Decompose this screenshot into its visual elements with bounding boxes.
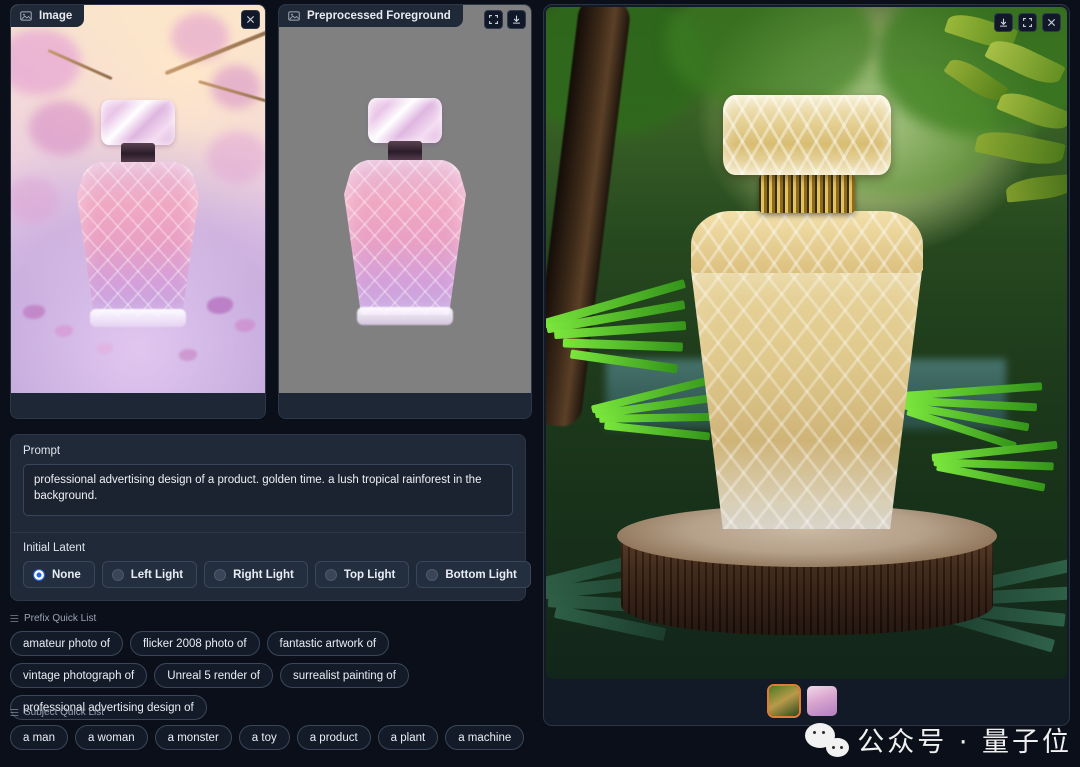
preprocessed-image-body <box>279 5 531 395</box>
result-bottle-body <box>690 269 923 529</box>
subject-chip[interactable]: a man <box>10 725 68 750</box>
preprocessed-bottle-body <box>344 160 466 315</box>
prefix-quick-list-label: Prefix Quick List <box>24 613 97 624</box>
subject-chip[interactable]: a plant <box>377 725 439 750</box>
preprocessed-image-header: Preprocessed Foreground <box>279 5 463 27</box>
prompt-card: Prompt Initial Latent None Left Light Ri… <box>10 434 531 601</box>
source-image-content <box>11 5 265 395</box>
preprocessed-bottle-base <box>357 307 453 325</box>
download-icon[interactable] <box>994 13 1013 32</box>
radio-label: None <box>52 568 81 581</box>
fullscreen-icon[interactable] <box>484 10 503 29</box>
image-panels: Image Preprocessed Foreground <box>10 4 532 419</box>
initial-latent-options: None Left Light Right Light Top Light Bo… <box>23 561 531 588</box>
radio-right-light[interactable]: Right Light <box>204 561 308 588</box>
thumb-image <box>769 686 799 716</box>
source-bottle-base <box>90 309 186 327</box>
image-icon <box>288 11 300 21</box>
source-image-title: Image <box>39 10 73 22</box>
preprocessed-image-footer <box>279 393 531 418</box>
prompt-divider <box>11 532 525 533</box>
preprocessed-image-content <box>279 5 531 395</box>
subject-chip[interactable]: a monster <box>154 725 232 750</box>
result-bottle-cap <box>722 95 891 175</box>
result-gallery <box>546 677 1067 723</box>
subject-quick-list-section: Subject Quick List a man a woman a monst… <box>10 707 530 750</box>
radio-dot-icon <box>111 568 124 581</box>
prompt-input[interactable] <box>23 464 513 516</box>
radio-dot-icon <box>33 568 45 581</box>
prefix-quick-list-section: Prefix Quick List amateur photo of flick… <box>10 613 530 720</box>
prefix-chip[interactable]: surrealist painting of <box>279 663 409 688</box>
result-bottle-shoulder <box>690 211 923 273</box>
prefix-chip[interactable]: amateur photo of <box>10 631 123 656</box>
subject-quick-list-header[interactable]: Subject Quick List <box>10 707 530 718</box>
close-icon[interactable] <box>241 10 260 29</box>
source-bottle-cap <box>101 100 175 145</box>
source-image-header: Image <box>11 5 85 27</box>
subject-chip[interactable]: a machine <box>445 725 525 750</box>
prefix-quick-list-header[interactable]: Prefix Quick List <box>10 613 530 624</box>
radio-dot-icon <box>426 568 439 581</box>
subject-chip[interactable]: a toy <box>238 725 290 750</box>
prefix-chip[interactable]: flicker 2008 photo of <box>129 631 260 656</box>
list-icon <box>10 709 19 716</box>
result-bottle-collar <box>758 175 855 213</box>
prefix-chip[interactable]: fantastic artwork of <box>266 631 390 656</box>
subject-chip[interactable]: a woman <box>74 725 148 750</box>
result-image-content <box>546 7 1067 679</box>
wechat-logo-icon <box>805 722 850 757</box>
gallery-thumbnails <box>767 684 839 718</box>
result-panel-tools <box>994 13 1061 32</box>
source-image-tools <box>241 10 260 29</box>
radio-label: Right Light <box>233 568 294 581</box>
fullscreen-icon[interactable] <box>1018 13 1037 32</box>
thumb-image <box>807 686 837 716</box>
radio-dot-icon <box>214 568 227 581</box>
image-icon <box>20 11 32 21</box>
prefix-chip[interactable]: vintage photograph of <box>10 663 148 688</box>
radio-left-light[interactable]: Left Light <box>101 561 198 588</box>
source-bottle-body <box>77 162 199 317</box>
radio-label: Top Light <box>343 568 396 581</box>
result-panel <box>543 4 1070 726</box>
radio-label: Left Light <box>130 568 184 581</box>
preprocessed-foreground-card[interactable]: Preprocessed Foreground <box>278 4 532 419</box>
prefix-chip[interactable]: Unreal 5 render of <box>154 663 273 688</box>
left-column: Image Preprocessed Foreground Prompt pro… <box>0 0 540 767</box>
app-root: Image Preprocessed Foreground Prompt pro… <box>0 0 1080 767</box>
source-image-card[interactable]: Image <box>10 4 266 419</box>
radio-dot-icon <box>324 568 337 581</box>
preprocessed-bottle-cap <box>368 98 442 143</box>
radio-none[interactable]: None <box>23 561 95 588</box>
source-image-footer <box>11 393 265 418</box>
radio-top-light[interactable]: Top Light <box>314 561 410 588</box>
result-image[interactable] <box>546 7 1067 679</box>
list-icon <box>10 615 19 622</box>
subject-chip[interactable]: a product <box>296 725 371 750</box>
gallery-thumb-forest[interactable] <box>767 684 801 718</box>
subject-chip-row: a man a woman a monster a toy a product … <box>10 725 530 750</box>
close-icon[interactable] <box>1042 13 1061 32</box>
radio-bottom-light[interactable]: Bottom Light <box>416 561 531 588</box>
initial-latent-label: Initial Latent <box>23 542 86 554</box>
download-icon[interactable] <box>507 10 526 29</box>
subject-quick-list-label: Subject Quick List <box>24 707 105 718</box>
radio-label: Bottom Light <box>445 568 517 581</box>
source-image-body <box>11 5 265 395</box>
preprocessed-image-tools <box>484 10 526 29</box>
prompt-label: Prompt <box>23 445 61 457</box>
gallery-thumb-pink[interactable] <box>805 684 839 718</box>
preprocessed-image-title: Preprocessed Foreground <box>307 10 451 22</box>
